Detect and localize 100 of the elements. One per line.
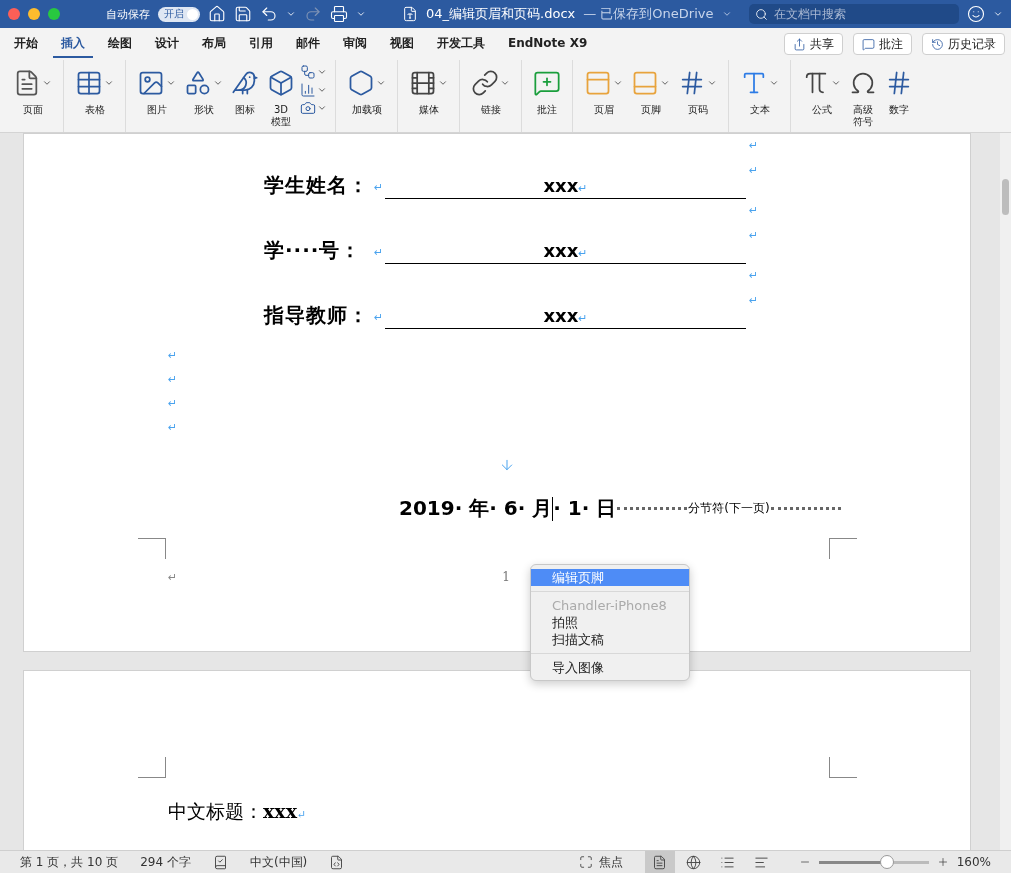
web-layout-icon <box>686 854 702 870</box>
paragraph-mark: ↵ <box>374 247 385 258</box>
comment-icon <box>533 69 561 97</box>
ribbon-tab[interactable]: 绘图 <box>100 30 140 58</box>
ribbon-tab[interactable]: 插入 <box>53 30 93 58</box>
bird-icon <box>231 69 259 97</box>
cell-end-mark: ↵ <box>749 140 759 151</box>
zoom-button[interactable] <box>48 8 60 20</box>
section-break-label: 分节符(下一页) <box>688 500 770 517</box>
cell-end-mark: ↵ <box>749 205 759 216</box>
ribbon-small-button[interactable] <box>300 64 327 80</box>
ribbon-button[interactable]: 3D 模型 <box>264 64 298 130</box>
crop-mark <box>138 538 166 559</box>
close-button[interactable] <box>8 8 20 20</box>
crop-mark <box>829 757 857 778</box>
zoom-in-icon <box>936 856 949 868</box>
ribbon-button[interactable]: 形状 <box>181 64 226 118</box>
autosave-label: 自动保存 <box>106 6 150 22</box>
form-label: 学生姓名： <box>264 172 370 199</box>
cell-end-mark: ↵ <box>749 270 759 281</box>
caret-icon <box>356 9 366 19</box>
page-info: 第 1 页，共 10 页 <box>20 853 119 871</box>
share-icon <box>793 37 806 51</box>
view-button[interactable] <box>644 851 675 873</box>
comment-icon <box>862 37 875 51</box>
undo-icon <box>260 5 278 23</box>
action-button[interactable]: 批注 <box>853 33 912 55</box>
page-number: 1 <box>502 570 510 584</box>
ribbon-tab[interactable]: 开发工具 <box>429 30 493 58</box>
paragraph-mark: ↵ <box>297 809 307 820</box>
smiley-icon <box>967 5 985 23</box>
date-text: · 1· 日 <box>553 495 617 522</box>
ribbon-button[interactable]: 表格 <box>72 64 117 118</box>
ribbon-button[interactable]: 图片 <box>134 64 179 118</box>
ribbon-tab[interactable]: 布局 <box>194 30 234 58</box>
ribbon-button[interactable]: 批注 <box>530 64 564 118</box>
dotted-line <box>770 507 841 510</box>
ribbon-button[interactable]: 公式 <box>799 64 844 118</box>
search-box[interactable]: 在文档中搜索 <box>749 4 959 24</box>
outline-icon <box>720 854 736 870</box>
ribbon-tab[interactable]: 开始 <box>6 30 46 58</box>
print-layout-icon <box>652 854 668 870</box>
text-cursor <box>552 496 554 521</box>
link-icon <box>471 69 499 97</box>
ribbon-tab[interactable]: 引用 <box>241 30 281 58</box>
ribbon-button[interactable]: 高级 符号 <box>846 64 880 130</box>
word-count: 294 个字 <box>140 853 191 871</box>
ribbon-button[interactable]: 数字 <box>882 64 916 118</box>
focus-icon <box>578 855 593 869</box>
action-button[interactable]: 历史记录 <box>922 33 1005 55</box>
redo-icon <box>304 5 322 23</box>
action-button[interactable]: 共享 <box>784 33 843 55</box>
ribbon-button[interactable]: 媒体 <box>406 64 451 118</box>
smartart-icon <box>300 64 316 80</box>
autosave-toggle[interactable]: 开启 <box>158 6 200 22</box>
ribbon-button[interactable]: 页脚 <box>628 64 673 118</box>
document-title: 04_编辑页眉和页码.docx <box>426 5 576 23</box>
cell-end-mark: ↵ <box>749 295 759 306</box>
ribbon-tab[interactable]: 邮件 <box>288 30 328 58</box>
crop-mark <box>138 757 166 778</box>
ribbon-tab[interactable]: EndNote X9 <box>500 32 596 56</box>
ribbon-button[interactable]: 加载项 <box>344 64 389 118</box>
ribbon-button[interactable]: 页面 <box>10 64 55 118</box>
ribbon-button[interactable]: 图标 <box>228 64 262 118</box>
menu-item[interactable]: 导入图像 <box>531 659 689 676</box>
crop-mark <box>829 538 857 559</box>
caret-icon <box>993 9 1003 19</box>
menu-item[interactable]: 拍照 <box>531 614 689 631</box>
underline-field: xxx↵ <box>385 305 746 329</box>
ribbon-tab[interactable]: 设计 <box>147 30 187 58</box>
paragraph-mark: ↵ <box>168 397 178 409</box>
paragraph-mark: ↵ <box>374 182 385 193</box>
paragraph-mark: ↵ <box>168 571 178 583</box>
chart-icon <box>300 82 316 98</box>
ribbon-small-button[interactable] <box>300 82 327 98</box>
document-icon <box>402 6 418 22</box>
film-icon <box>409 69 437 97</box>
focus-label[interactable]: 焦点 <box>598 853 623 871</box>
ribbon-button[interactable]: 页眉 <box>581 64 626 118</box>
search-field[interactable]: 在文档中搜索 <box>772 6 946 22</box>
ribbon-tab[interactable]: 视图 <box>382 30 422 58</box>
macro-icon <box>329 854 345 870</box>
ribbon-button[interactable]: 文本 <box>737 64 782 118</box>
underline-field: xxx↵ <box>385 240 746 264</box>
search-icon <box>755 7 768 21</box>
ribbon-button[interactable]: 页码 <box>675 64 720 118</box>
minimize-button[interactable] <box>28 8 40 20</box>
ribbon-small-button[interactable] <box>300 100 327 116</box>
zoom-slider-thumb[interactable] <box>879 855 894 869</box>
ribbon-tab[interactable]: 审阅 <box>335 30 375 58</box>
menu-item[interactable]: 扫描文稿 <box>531 631 689 648</box>
paragraph-mark: ↵ <box>168 421 178 433</box>
dotted-line <box>617 507 688 510</box>
scrollbar[interactable] <box>1000 133 1011 850</box>
zoom-level: 160% <box>956 855 991 869</box>
paragraph-mark: ↵ <box>374 312 385 323</box>
form-label: 指导教师： <box>264 302 370 329</box>
cube-icon <box>267 69 295 97</box>
cell-end-mark: ↵ <box>749 165 759 176</box>
ribbon-button[interactable]: 链接 <box>468 64 513 118</box>
